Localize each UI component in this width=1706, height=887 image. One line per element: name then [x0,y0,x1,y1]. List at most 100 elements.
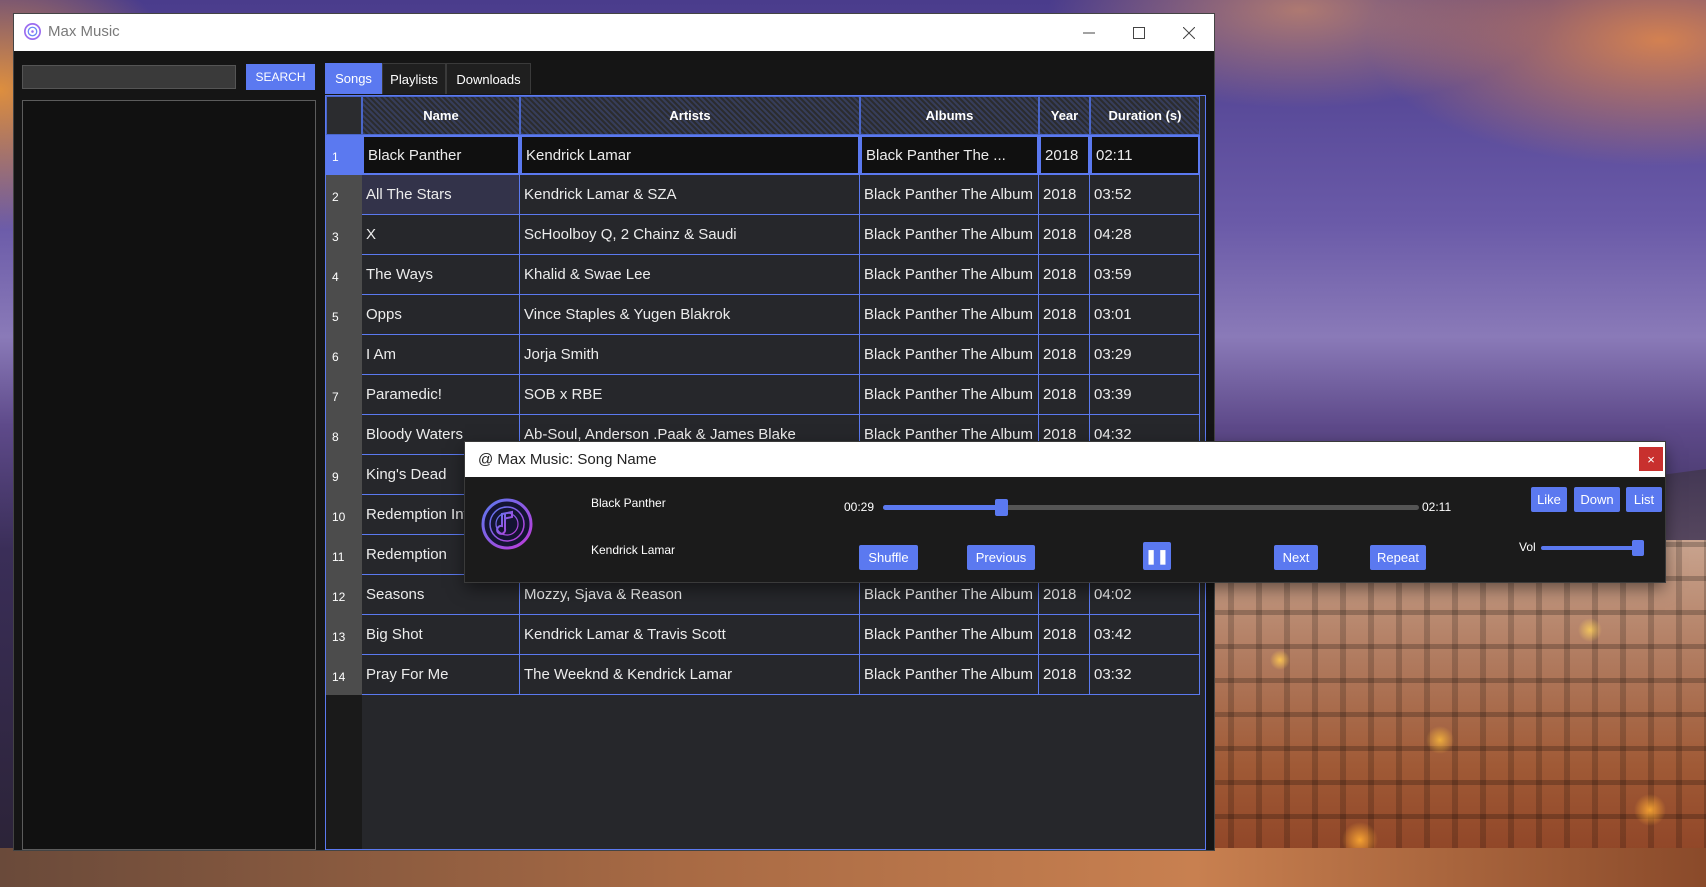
cell-duration[interactable]: 03:52 [1090,175,1200,215]
shuffle-button[interactable]: Shuffle [859,545,918,570]
cell-name[interactable]: Paramedic! [362,375,520,415]
player-close-button[interactable]: × [1639,447,1663,471]
column-header-artists[interactable]: Artists [520,96,860,135]
cell-year[interactable]: 2018 [1039,175,1090,215]
cell-name[interactable]: Pray For Me [362,655,520,695]
cell-duration[interactable]: 03:29 [1090,335,1200,375]
cell-year[interactable]: 2018 [1039,295,1090,335]
cell-album[interactable]: Black Panther The Album [860,175,1039,215]
cell-album[interactable]: Black Panther The Album [860,295,1039,335]
pause-button[interactable]: ❚❚ [1143,542,1171,570]
cell-duration[interactable]: 03:01 [1090,295,1200,335]
table-row[interactable]: 1 Black Panther Kendrick Lamar Black Panthe… [326,135,1200,175]
row-number[interactable]: 5 [326,295,362,335]
cell-year[interactable]: 2018 [1039,215,1090,255]
column-header-albums[interactable]: Albums [860,96,1039,135]
cell-album[interactable]: Black Panther The ... [860,135,1039,175]
cell-name[interactable]: X [362,215,520,255]
cell-name[interactable]: All The Stars [362,175,520,215]
now-playing-title: Black Panther [591,496,666,510]
row-number[interactable]: 13 [326,615,362,655]
cell-duration[interactable]: 02:11 [1090,135,1200,175]
row-number[interactable]: 14 [326,655,362,695]
cell-duration[interactable]: 03:42 [1090,615,1200,655]
download-button[interactable]: Down [1574,487,1620,512]
table-row[interactable]: 6I Am Jorja Smith Black Panther The Album 2… [326,335,1200,375]
cell-name[interactable]: Opps [362,295,520,335]
row-number[interactable]: 10 [326,495,362,535]
row-number[interactable]: 12 [326,575,362,615]
cell-name[interactable]: I Am [362,335,520,375]
cell-album[interactable]: Black Panther The Album [860,615,1039,655]
cell-artists[interactable]: ScHoolboy Q, 2 Chainz & Saudi [520,215,860,255]
cell-name[interactable]: Big Shot [362,615,520,655]
row-number[interactable]: 4 [326,255,362,295]
cell-year[interactable]: 2018 [1039,135,1090,175]
like-button[interactable]: Like [1531,487,1567,512]
table-row[interactable]: 5 Opps Vince Staples & Yugen Blakrok Black … [326,295,1200,335]
previous-button[interactable]: Previous [967,545,1035,570]
row-number[interactable]: 1 [326,135,362,175]
volume-handle[interactable] [1631,540,1644,556]
cell-duration[interactable]: 03:32 [1090,655,1200,695]
minimize-button[interactable] [1064,14,1114,51]
title-bar[interactable]: Max Music [14,14,1214,51]
wallpaper-town-lights [1200,540,1706,887]
cell-duration[interactable]: 04:28 [1090,215,1200,255]
volume-slider[interactable] [1541,540,1644,556]
cell-artists[interactable]: Vince Staples & Yugen Blakrok [520,295,860,335]
cell-name[interactable]: Black Panther [362,135,520,175]
table-row[interactable]: 2 All The Stars Kendrick Lamar & SZA Black … [326,175,1200,215]
cell-name[interactable]: The Ways [362,255,520,295]
search-input[interactable] [22,65,236,89]
cell-artists[interactable]: SOB x RBE [520,375,860,415]
cell-album[interactable]: Black Panther The Album [860,255,1039,295]
tab-songs[interactable]: Songs [325,63,382,94]
tab-downloads[interactable]: Downloads [446,63,531,94]
music-disc-icon [24,23,41,40]
row-number[interactable]: 11 [326,535,362,575]
table-row[interactable]: 3 X ScHoolboy Q, 2 Chainz & Saudi Black Pan… [326,215,1200,255]
row-number[interactable]: 8 [326,415,362,455]
maximize-button[interactable] [1114,14,1164,51]
cell-year[interactable]: 2018 [1039,335,1090,375]
cell-year[interactable]: 2018 [1039,255,1090,295]
cell-album[interactable]: Black Panther The Album [860,655,1039,695]
cell-year[interactable]: 2018 [1039,615,1090,655]
column-header-name[interactable]: Name [362,96,520,135]
row-number[interactable]: 2 [326,175,362,215]
cell-album[interactable]: Black Panther The Album [860,375,1039,415]
cell-album[interactable]: Black Panther The Album [860,215,1039,255]
seek-slider[interactable] [883,499,1419,516]
row-number[interactable]: 9 [326,455,362,495]
next-button[interactable]: Next [1274,545,1318,570]
close-button[interactable] [1164,14,1214,51]
cell-duration[interactable]: 03:39 [1090,375,1200,415]
table-row[interactable]: 7 Paramedic! SOB x RBE Black Panther The Al… [326,375,1200,415]
repeat-button[interactable]: Repeat [1370,545,1426,570]
cell-artists[interactable]: Kendrick Lamar & SZA [520,175,860,215]
table-corner[interactable] [326,96,362,135]
player-title-bar[interactable]: @ Max Music: Song Name × [465,442,1665,477]
table-row[interactable]: 14 Pray For Me The Weeknd & Kendrick Lamar… [326,655,1200,695]
search-button[interactable]: SEARCH [246,64,315,90]
cell-album[interactable]: Black Panther The Album [860,335,1039,375]
cell-year[interactable]: 2018 [1039,655,1090,695]
seek-handle[interactable] [994,499,1008,516]
cell-artists[interactable]: The Weeknd & Kendrick Lamar [520,655,860,695]
tab-playlists[interactable]: Playlists [382,63,446,94]
row-number[interactable]: 6 [326,335,362,375]
table-row[interactable]: 4 The Ways Khalid & Swae Lee Black Panther … [326,255,1200,295]
row-number[interactable]: 7 [326,375,362,415]
cell-artists[interactable]: Jorja Smith [520,335,860,375]
cell-artists[interactable]: Khalid & Swae Lee [520,255,860,295]
column-header-duration[interactable]: Duration (s) [1090,96,1200,135]
cell-artists[interactable]: Kendrick Lamar & Travis Scott [520,615,860,655]
cell-artists[interactable]: Kendrick Lamar [520,135,860,175]
cell-duration[interactable]: 03:59 [1090,255,1200,295]
cell-year[interactable]: 2018 [1039,375,1090,415]
list-button[interactable]: List [1626,487,1662,512]
table-row[interactable]: 13 Big Shot Kendrick Lamar & Travis Scott B… [326,615,1200,655]
row-number[interactable]: 3 [326,215,362,255]
column-header-year[interactable]: Year [1039,96,1090,135]
